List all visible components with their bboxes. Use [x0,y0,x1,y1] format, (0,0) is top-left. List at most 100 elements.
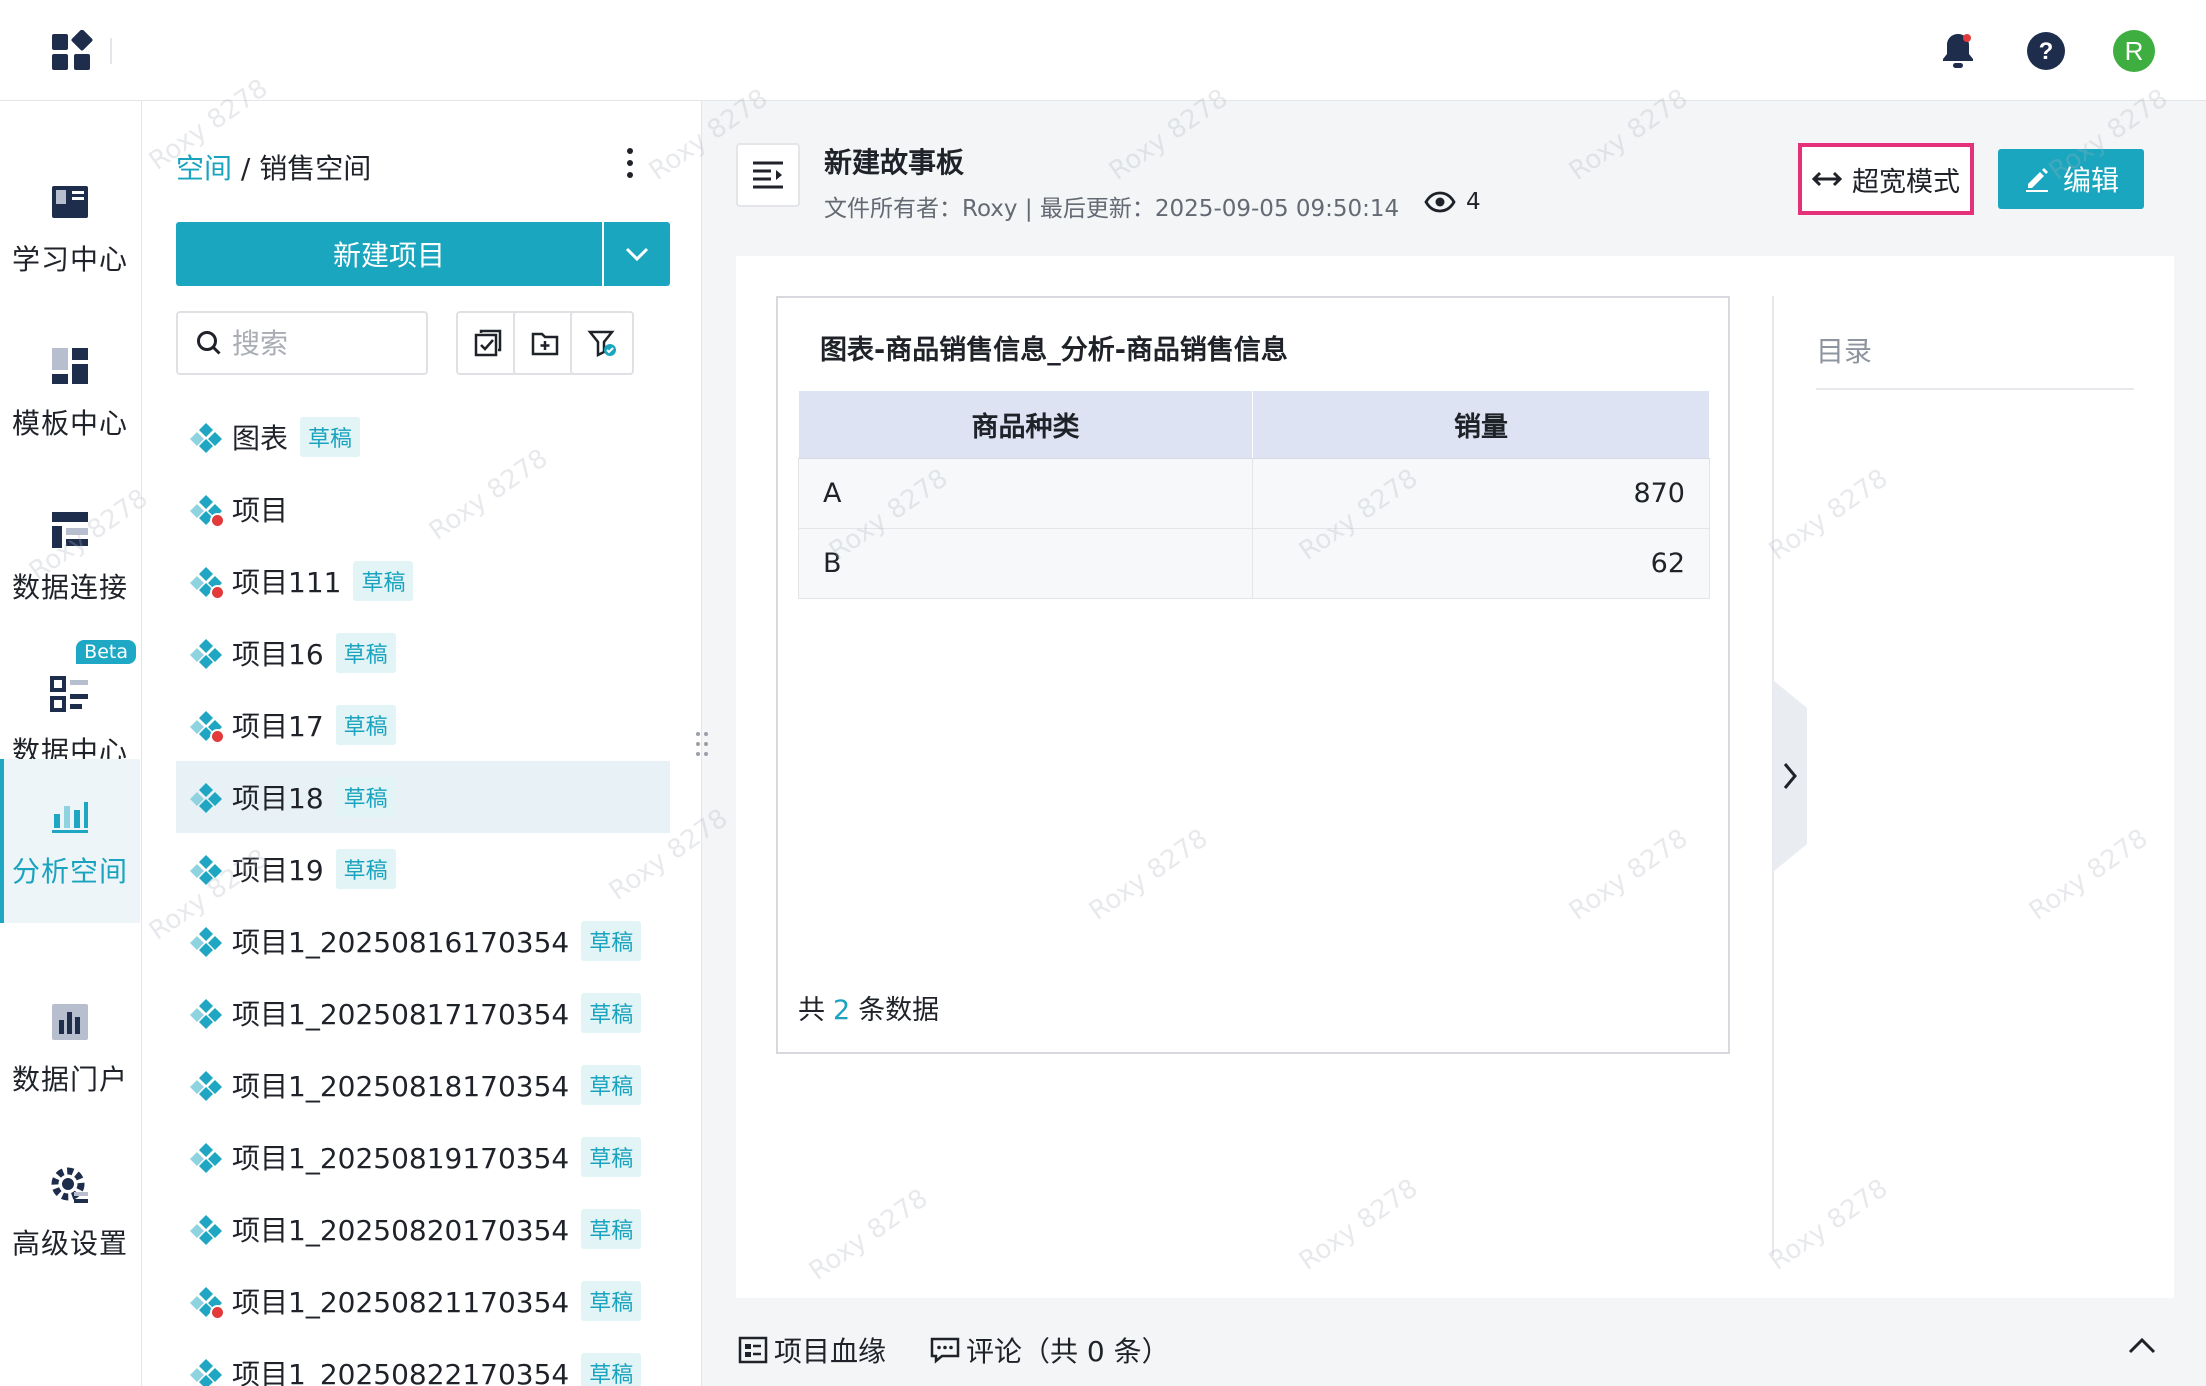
help-icon[interactable]: ? [2025,30,2067,72]
project-name: 项目16 [232,638,324,671]
draft-badge: 草稿 [353,561,414,601]
list-item[interactable]: 项目1_20250822170354 草稿 [176,1337,670,1386]
list-item[interactable]: 项目19 草稿 [176,833,670,905]
list-item[interactable]: 项目18 草稿 [176,761,670,833]
draft-badge: 草稿 [581,1353,642,1386]
bottom-bar: 项目血缘 评论（共 0 条） [702,1298,2206,1386]
lineage-tab[interactable]: 项目血缘 [738,1330,886,1370]
draft-badge: 草稿 [335,633,396,673]
search-icon [197,331,221,355]
draft-badge: 草稿 [581,1065,642,1105]
batch-select-button[interactable] [456,311,520,375]
list-item[interactable]: 项目111 草稿 [176,545,670,617]
avatar[interactable]: R [2113,30,2155,72]
document-header: 新建故事板 文件所有者：Roxy | 最后更新：2025-09-05 09:50… [702,101,2206,256]
comment-icon [930,1337,960,1364]
lineage-label: 项目血缘 [774,1335,887,1368]
draft-badge: 草稿 [581,921,642,961]
search-box[interactable] [176,311,428,375]
list-item[interactable]: 项目1_20250820170354 草稿 [176,1193,670,1265]
nav-template-center[interactable]: 模板中心 [0,311,140,475]
draft-badge: 草稿 [335,849,396,889]
list-item[interactable]: 项目 [176,473,670,545]
list-item[interactable]: 项目1_20250818170354 草稿 [176,1049,670,1121]
toc-label: 目录 [1816,335,1873,368]
notification-bell-icon[interactable] [1937,30,1979,72]
nav-label: 模板中心 [11,407,128,440]
expand-panel-tab[interactable] [1773,680,1807,872]
error-status-icon [210,1305,225,1320]
divider [1816,388,2134,390]
nav-learning-center[interactable]: 学习中心 [0,147,140,311]
new-folder-button[interactable] [513,311,577,375]
folder-add-icon [531,332,559,356]
project-icon [190,493,225,528]
error-status-icon [210,513,225,528]
beta-badge: Beta [76,640,136,664]
story-canvas: 图表-商品销售信息_分析-商品销售信息 商品种类 销量 A 870 B 62 共… [736,256,2174,1298]
arrows-horizontal-icon [1812,171,1842,187]
total-prefix: 共 [798,995,825,1026]
table-row: A 870 [798,458,1710,529]
toc-toggle-button[interactable] [736,143,800,207]
analysis-icon [52,802,88,833]
project-icon [190,709,225,744]
project-icon [190,925,222,957]
nav-advanced-settings[interactable]: 高级设置 [0,1131,140,1295]
error-status-icon [210,585,225,600]
view-count-value: 4 [1466,189,1481,215]
filter-button[interactable] [570,311,634,375]
panel-resize-handle-icon[interactable] [694,730,710,758]
search-input[interactable] [232,326,402,360]
left-nav-rail: 学习中心 模板中心 数据连接 Beta 数据中心 分析空间 数据门户 高级设置 [0,101,142,1386]
nav-analysis-space[interactable]: 分析空间 [0,759,140,923]
table-row: B 62 [798,528,1710,599]
breadcrumb-current: 销售空间 [259,152,372,185]
portal-icon [52,1004,88,1040]
breadcrumb: 空间 / 销售空间 [176,147,371,187]
column-header[interactable]: 商品种类 [798,390,1253,459]
project-name: 项目17 [232,710,324,743]
project-icon [190,1141,222,1173]
more-menu-icon[interactable] [620,145,640,181]
project-list: 图表 草稿 项目 项目111 草稿 项目16 草稿 项目17 草稿 项目18 草稿 项目19 草稿 项目1… [176,401,670,1386]
draft-badge: 草稿 [581,1281,642,1321]
column-header[interactable]: 销量 [1252,390,1710,459]
total-suffix: 条数据 [858,995,940,1026]
checkbox-multi-icon [474,329,502,357]
list-item[interactable]: 项目1_20250816170354 草稿 [176,905,670,977]
draft-badge: 草稿 [335,777,396,817]
table-cell: 62 [1252,528,1710,599]
new-project-dropdown-button[interactable] [604,222,670,286]
app-logo-icon[interactable] [50,30,94,74]
eye-icon [1424,191,1456,213]
list-item[interactable]: 图表 草稿 [176,401,670,473]
template-icon [52,348,88,384]
list-item[interactable]: 项目1_20250819170354 草稿 [176,1121,670,1193]
list-item[interactable]: 项目1_20250817170354 草稿 [176,977,670,1049]
wide-mode-button[interactable]: 超宽模式 [1798,143,1974,215]
lineage-icon [738,1336,768,1364]
list-item[interactable]: 项目1_20250821170354 草稿 [176,1265,670,1337]
chevron-up-icon[interactable] [2126,1330,2158,1362]
breadcrumb-root-link[interactable]: 空间 [176,152,232,185]
settings-icon [51,1167,88,1203]
table-header-row: 商品种类 销量 [798,390,1710,459]
table-cell: 870 [1252,458,1710,529]
page-title: 新建故事板 [824,146,965,179]
table-chart-card[interactable]: 图表-商品销售信息_分析-商品销售信息 商品种类 销量 A 870 B 62 共… [776,296,1730,1054]
top-bar: ? R [0,0,2206,101]
project-name: 项目1_20250816170354 [232,926,570,959]
project-icon [190,1069,222,1101]
book-icon [52,186,88,218]
list-item[interactable]: 项目16 草稿 [176,617,670,689]
project-name: 项目1_20250819170354 [232,1142,570,1175]
edit-button[interactable]: 编辑 [1998,149,2144,209]
nav-data-portal[interactable]: 数据门户 [0,967,140,1131]
nav-data-connect[interactable]: 数据连接 [0,475,140,639]
nav-label: 高级设置 [11,1227,128,1260]
comments-tab[interactable]: 评论（共 0 条） [930,1330,1170,1370]
list-item[interactable]: 项目17 草稿 [176,689,670,761]
new-project-button[interactable]: 新建项目 [176,222,602,286]
outline-icon [753,161,783,189]
